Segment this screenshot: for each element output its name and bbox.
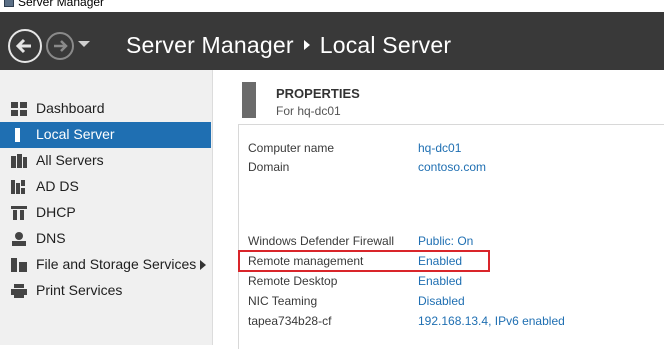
dhcp-icon (11, 206, 27, 220)
local-server-content: PROPERTIES For hq-dc01 Computer name hq-… (214, 70, 664, 349)
properties-subtitle: For hq-dc01 (276, 104, 341, 118)
property-value-link[interactable]: Disabled (418, 294, 465, 308)
property-key: Windows Defender Firewall (248, 234, 395, 248)
sidebar-item-label: DNS (36, 230, 66, 246)
property-row-domain: Domain contoso.com (248, 160, 664, 178)
ad-ds-icon (11, 180, 25, 194)
sidebar-item-dashboard[interactable]: Dashboard (0, 96, 211, 122)
sidebar-item-all-servers[interactable]: All Servers (0, 148, 211, 174)
sidebar-item-label: DHCP (36, 204, 76, 220)
expand-arrow-icon[interactable] (200, 260, 206, 270)
breadcrumb: Server Manager Local Server (126, 32, 451, 59)
header-bar: Server Manager Local Server (0, 12, 664, 70)
property-row-remote-desktop: Remote Desktop Enabled (248, 274, 664, 292)
property-key: NIC Teaming (248, 294, 318, 308)
properties-tile-icon (242, 82, 256, 118)
sidebar-item-dns[interactable]: DNS (0, 226, 211, 252)
property-key: Remote Desktop (248, 274, 338, 288)
property-value-link[interactable]: hq-dc01 (418, 141, 461, 155)
sidebar-item-label: Dashboard (36, 100, 105, 116)
sidebar-item-label: AD DS (36, 178, 79, 194)
property-key: tapea734b28-cf (248, 314, 332, 328)
sidebar-item-ad-ds[interactable]: AD DS (0, 174, 211, 200)
window-title: Server Manager (18, 0, 105, 9)
property-value-link[interactable]: Enabled (418, 274, 462, 288)
navigation-dropdown-icon[interactable] (78, 41, 90, 47)
property-value-link[interactable]: 192.168.13.4, IPv6 enabled (418, 314, 565, 328)
property-row-nic-teaming: NIC Teaming Disabled (248, 294, 664, 312)
forward-arrow-icon (54, 40, 68, 52)
property-value-link[interactable]: Public: On (418, 234, 473, 248)
sidebar-item-label: All Servers (36, 152, 104, 168)
all-servers-icon (11, 154, 27, 168)
sidebar-item-file-storage[interactable]: File and Storage Services (0, 252, 211, 278)
dashboard-icon (11, 102, 27, 116)
sidebar: Dashboard Local Server All Servers AD DS… (0, 70, 213, 345)
property-row-computer-name: Computer name hq-dc01 (248, 141, 664, 159)
file-storage-icon (11, 258, 27, 272)
sidebar-item-label: Local Server (36, 126, 115, 142)
property-key: Domain (248, 160, 290, 174)
printer-icon (11, 284, 27, 298)
sidebar-item-print-services[interactable]: Print Services (0, 278, 211, 304)
sidebar-item-dhcp[interactable]: DHCP (0, 200, 211, 226)
back-button[interactable] (8, 29, 42, 63)
property-value-link[interactable]: contoso.com (418, 160, 486, 174)
title-bar: Server Manager (0, 0, 664, 12)
sidebar-item-local-server[interactable]: Local Server (0, 122, 211, 148)
breadcrumb-separator-icon (303, 40, 310, 51)
property-key: Computer name (248, 141, 335, 155)
forward-button[interactable] (46, 32, 74, 60)
sidebar-item-label: File and Storage Services (36, 256, 197, 272)
local-server-icon (15, 128, 20, 142)
remote-management-highlight (238, 250, 490, 272)
property-row-network-adapter: tapea734b28-cf 192.168.13.4, IPv6 enable… (248, 314, 664, 332)
server-manager-icon (4, 0, 14, 7)
dns-icon (12, 232, 26, 246)
properties-title: PROPERTIES (276, 86, 360, 101)
breadcrumb-current: Local Server (319, 32, 452, 58)
sidebar-item-label: Print Services (36, 282, 123, 298)
breadcrumb-root[interactable]: Server Manager (126, 32, 294, 58)
back-arrow-icon (15, 38, 31, 54)
